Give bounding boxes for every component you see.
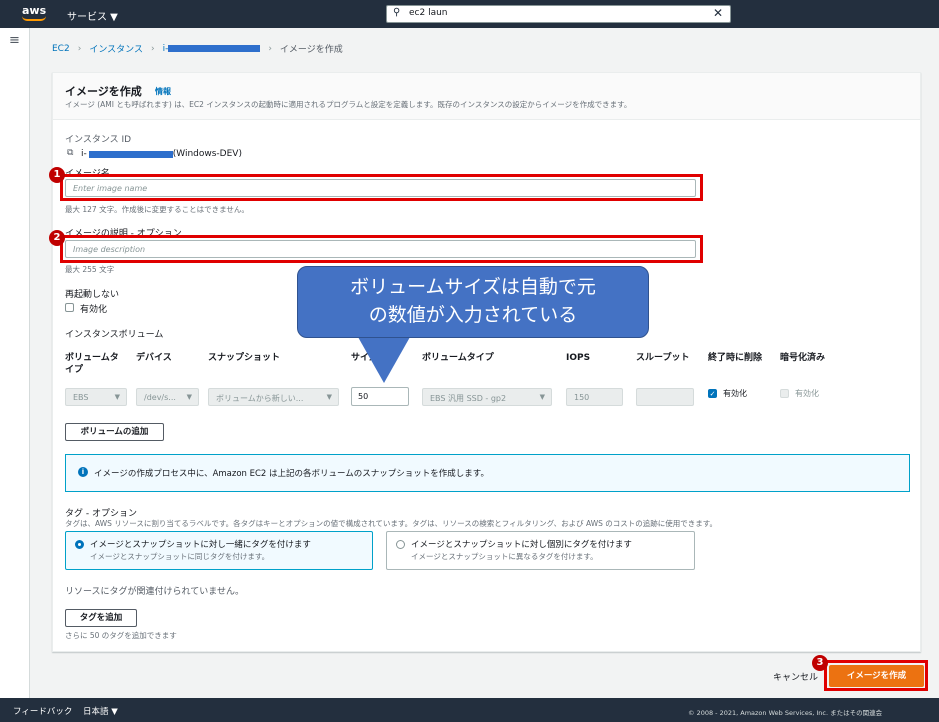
no-reboot-checkbox-label: 有効化 [80, 305, 108, 315]
page-title: イメージを作成 [65, 85, 142, 98]
no-reboot-label: 再起動しない [65, 290, 120, 300]
info-icon: i [78, 467, 88, 477]
copy-icon[interactable]: ⧉ [67, 148, 73, 158]
tag-option-separately-title: イメージとスナップショットに対し個別にタグを付けます [411, 540, 632, 550]
callout-pointer [358, 337, 410, 383]
delete-on-termination-label: 有効化 [723, 389, 747, 398]
image-description-hint: 最大 255 文字 [65, 265, 115, 274]
instance-id-value: i- (Windows-DEV) [81, 149, 242, 159]
delete-on-termination-checkbox[interactable]: ✓ [708, 389, 717, 398]
instance-id-suffix: (Windows-DEV) [172, 149, 242, 159]
ebs-volume-type-value: EBS 汎用 SSD - gp2 [430, 394, 507, 403]
tag-option-together-title: イメージとスナップショットに対し一緒にタグを付けます [90, 540, 311, 550]
volume-type-value: EBS [73, 393, 89, 402]
device-value: /dev/s... [144, 393, 176, 402]
info-alert-text: イメージの作成プロセス中に、Amazon EC2 は上記の各ボリュームのスナップ… [94, 469, 489, 479]
page-description: イメージ (AMI とも呼ばれます) は、EC2 インスタンスの起動時に適用され… [65, 100, 632, 109]
ebs-volume-type-select[interactable]: EBS 汎用 SSD - gp2 ▼ [422, 388, 552, 406]
image-name-placeholder: Enter image name [73, 184, 148, 193]
instance-volumes-label: インスタンスボリューム [65, 330, 164, 340]
tag-option-separately-description: イメージとスナップショットに異なるタグを付けます。 [411, 552, 598, 561]
encrypted-label: 有効化 [795, 389, 819, 398]
column-header-ebs-volume-type: ボリュームタイプ [422, 353, 494, 363]
snapshot-select[interactable]: ボリュームから新しい... ▼ [208, 388, 339, 406]
search-input-value[interactable]: ec2 laun [409, 8, 448, 18]
column-header-delete-on-termination: 終了時に削除 [708, 353, 763, 363]
breadcrumb: EC2 › インスタンス › i- › イメージを作成 [52, 42, 351, 56]
panel-header [53, 73, 920, 120]
column-header-volume-type-line1: ボリュームタ [65, 353, 119, 363]
cancel-button[interactable]: キャンセル [773, 670, 818, 683]
create-image-button[interactable]: イメージを作成 [829, 665, 924, 687]
language-selector[interactable]: 日本語 ▼ [83, 705, 118, 717]
annotation-badge-1: 1 [49, 167, 65, 183]
callout-line1: ボリュームサイズは自動で元 [350, 276, 596, 298]
column-header-volume-type: ボリュームタ イプ [65, 352, 119, 376]
aws-logo-smile-icon [22, 16, 46, 21]
services-menu[interactable]: サービス ▼ [67, 8, 118, 23]
chevron-right-icon: › [268, 43, 272, 54]
no-reboot-checkbox[interactable] [65, 303, 74, 312]
chevron-right-icon: › [150, 43, 155, 54]
image-name-hint: 最大 127 文字。作成後に変更することはできません。 [65, 205, 249, 214]
image-name-input[interactable]: Enter image name [65, 179, 696, 197]
no-tags-text: リソースにタグが関連付けられていません。 [65, 587, 245, 597]
snapshot-value: ボリュームから新しい... [216, 394, 304, 403]
size-input[interactable]: 50 [351, 387, 409, 406]
tag-option-separately-radio[interactable] [396, 540, 405, 549]
column-header-encrypted: 暗号化済み [780, 353, 826, 363]
instance-id-label: インスタンス ID [65, 135, 132, 145]
add-volume-button[interactable]: ボリュームの追加 [65, 423, 164, 441]
annotation-badge-3: 3 [812, 655, 828, 671]
feedback-link[interactable]: フィードバック [13, 705, 72, 717]
hamburger-menu-icon[interactable]: ≡ [9, 33, 20, 48]
caret-down-icon: ▼ [186, 393, 192, 401]
column-header-snapshot: スナップショット [208, 353, 281, 363]
footer-copyright: © 2008 - 2021, Amazon Web Services, Inc.… [688, 709, 883, 717]
column-header-volume-type-line2: イプ [65, 365, 84, 375]
annotation-callout: ボリュームサイズは自動で元 の数値が入力されている [297, 266, 649, 338]
column-header-throughput: スループット [636, 353, 690, 363]
breadcrumb-instances[interactable]: インスタンス [89, 42, 143, 55]
column-header-iops: IOPS [566, 353, 591, 363]
info-link[interactable]: 情報 [155, 86, 171, 97]
chevron-right-icon: › [77, 43, 82, 54]
breadcrumb-ec2[interactable]: EC2 [52, 44, 70, 54]
caret-down-icon: ▼ [539, 393, 545, 401]
search-icon: ⚲ [393, 7, 401, 18]
tag-option-together-radio[interactable] [75, 540, 84, 549]
column-header-device: デバイス [136, 353, 172, 363]
annotation-badge-2: 2 [49, 230, 65, 246]
redacted-instance-id [168, 45, 261, 52]
device-select[interactable]: /dev/s... ▼ [136, 388, 199, 406]
redacted-instance-id [88, 150, 173, 158]
size-value: 50 [358, 392, 369, 401]
caret-down-icon: ▼ [326, 393, 332, 401]
iops-value: 150 [574, 393, 590, 402]
volume-type-select[interactable]: EBS ▼ [65, 388, 127, 406]
clear-search-icon[interactable]: ✕ [713, 6, 723, 20]
add-tag-button[interactable]: タグを追加 [65, 609, 137, 627]
encrypted-checkbox[interactable] [780, 389, 789, 398]
tags-remaining: さらに 50 のタグを追加できます [65, 631, 177, 640]
left-side-rail [0, 28, 30, 698]
tags-description: タグは、AWS リソースに割り当てるラベルです。各タグはキーとオプションの値で構… [65, 519, 718, 528]
breadcrumb-current: イメージを作成 [279, 45, 343, 55]
tag-option-together-description: イメージとスナップショットに同じタグを付けます。 [90, 552, 270, 561]
iops-input[interactable]: 150 [566, 388, 623, 406]
caret-down-icon: ▼ [114, 393, 120, 401]
image-description-placeholder: Image description [73, 245, 146, 254]
instance-id-prefix: i- [81, 149, 87, 159]
callout-line2: の数値が入力されている [368, 304, 578, 326]
throughput-input[interactable] [636, 388, 694, 406]
image-description-input[interactable]: Image description [65, 240, 696, 258]
